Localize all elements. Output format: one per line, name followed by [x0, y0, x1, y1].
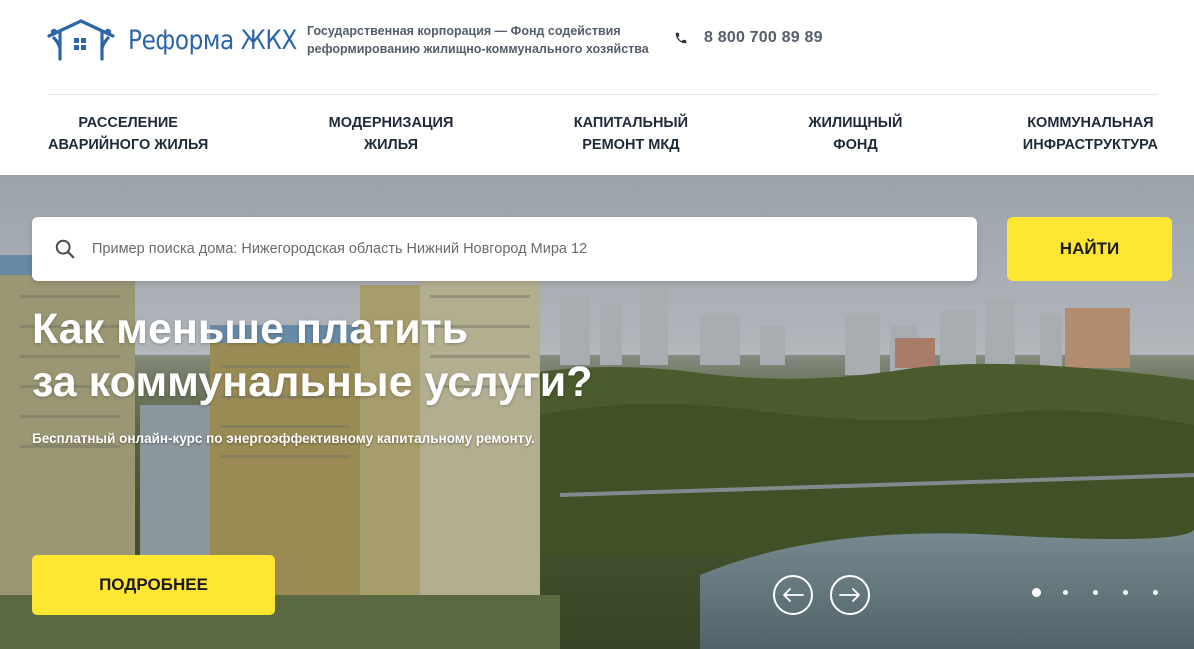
- hero-subtitle: Бесплатный онлайн-курс по энергоэффектив…: [32, 431, 535, 446]
- slider-dot-5[interactable]: [1153, 590, 1158, 595]
- nav-item-label: КОММУНАЛЬНАЯ: [1027, 115, 1154, 131]
- nav-item-resettlement[interactable]: РАССЕЛЕНИЕ АВАРИЙНОГО ЖИЛЬЯ: [48, 112, 208, 162]
- nav-item-modernization[interactable]: МОДЕРНИЗАЦИЯ ЖИЛЬЯ: [329, 112, 454, 162]
- header-tagline: Государственная корпорация — Фонд содейс…: [307, 22, 649, 58]
- nav-item-capital-repair[interactable]: КАПИТАЛЬНЫЙ РЕМОНТ МКД: [574, 112, 688, 162]
- phone-number: 8 800 700 89 89: [704, 29, 823, 46]
- nav-item-label: РАССЕЛЕНИЕ: [78, 115, 178, 131]
- tagline-line-2: реформированию жилищно-коммунального хоз…: [307, 42, 649, 56]
- slider-dot-4[interactable]: [1123, 590, 1128, 595]
- nav-item-label: ЖИЛЬЯ: [364, 137, 419, 153]
- logo[interactable]: Реформа ЖКХ: [46, 18, 324, 62]
- nav-item-utilities[interactable]: КОММУНАЛЬНАЯ ИНФРАСТРУКТУРА: [1023, 112, 1158, 162]
- nav-item-label: РЕМОНТ МКД: [582, 137, 680, 153]
- nav-item-label: КАПИТАЛЬНЫЙ: [573, 115, 689, 131]
- hero-title-line: Как меньше платить: [32, 305, 469, 353]
- hero-banner: НАЙТИ Как меньше платить за коммунальные…: [0, 175, 1194, 649]
- hero-title-line: за коммунальные услуги?: [32, 358, 593, 406]
- nav-item-label: АВАРИЙНОГО ЖИЛЬЯ: [48, 137, 209, 153]
- slider-next-button[interactable]: [830, 575, 870, 615]
- nav-item-label: ЖИЛИЩНЫЙ: [808, 115, 903, 131]
- tagline-line-1: Государственная корпорация — Фонд содейс…: [307, 24, 621, 38]
- phone-icon: [675, 32, 687, 44]
- nav-item-label: МОДЕРНИЗАЦИЯ: [328, 115, 454, 131]
- slider-dot-3[interactable]: [1093, 590, 1098, 595]
- nav-item-label: ФОНД: [833, 137, 878, 153]
- search-input[interactable]: [92, 241, 912, 257]
- more-details-button[interactable]: ПОДРОБНЕЕ: [32, 555, 275, 615]
- address-search-bar: [32, 217, 977, 281]
- slider-prev-button[interactable]: [773, 575, 813, 615]
- arrow-right-icon: [839, 588, 860, 602]
- nav-item-housing-fund[interactable]: ЖИЛИЩНЫЙ ФОНД: [808, 112, 902, 162]
- main-nav: РАССЕЛЕНИЕ АВАРИЙНОГО ЖИЛЬЯ МОДЕРНИЗАЦИЯ…: [48, 112, 1158, 162]
- header-divider: [48, 94, 1158, 95]
- search-icon: [55, 239, 75, 259]
- slider-dot-1[interactable]: [1032, 588, 1041, 597]
- slider-dot-2[interactable]: [1063, 590, 1068, 595]
- site-header: Реформа ЖКХ Государственная корпорация —…: [0, 0, 1194, 175]
- logo-text: Реформа ЖКХ: [128, 24, 297, 56]
- header-phone[interactable]: 8 800 700 89 89: [674, 29, 823, 47]
- nav-item-label: ИНФРАСТРУКТУРА: [1022, 137, 1158, 153]
- slider-pagination: [1028, 588, 1183, 597]
- arrow-left-icon: [783, 588, 804, 602]
- hero-title: Как меньше платить за коммунальные услуг…: [32, 303, 832, 409]
- logo-house-icon: [47, 19, 115, 61]
- search-button[interactable]: НАЙТИ: [1007, 217, 1172, 281]
